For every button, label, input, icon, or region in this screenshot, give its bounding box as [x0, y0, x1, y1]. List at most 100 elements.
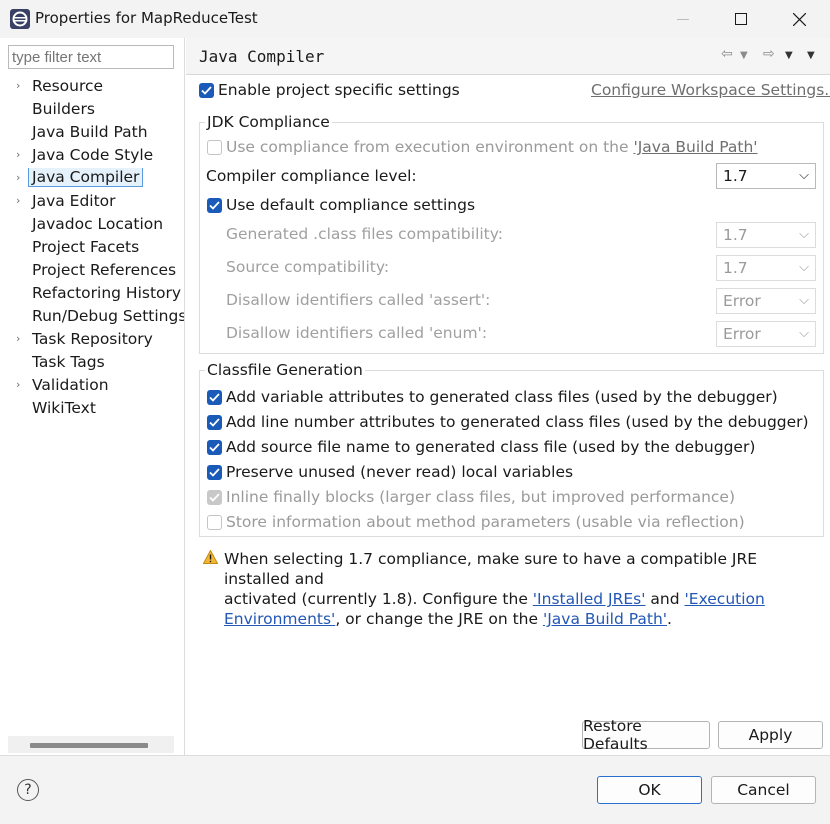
assert-select[interactable]: Error ⌵ [716, 288, 816, 314]
classfile-generation-title: Classfile Generation [205, 361, 365, 379]
tree-item[interactable]: › Java Editor [0, 191, 184, 213]
tree-item-label: Run/Debug Settings [32, 307, 184, 325]
tree-item[interactable]: WikiText [0, 398, 184, 420]
assert-label: Disallow identifiers called 'assert': [226, 291, 491, 309]
enum-label: Disallow identifiers called 'enum': [226, 324, 488, 342]
execution-environments-link[interactable]: Environments' [224, 610, 335, 628]
warning-text: activated (currently 1.8). Configure the [224, 590, 533, 608]
back-arrow-icon[interactable]: ⇦ [721, 46, 733, 62]
chevron-down-icon: ⌵ [799, 260, 809, 275]
tree-item[interactable]: Refactoring History [0, 283, 184, 305]
java-build-path-link[interactable]: 'Java Build Path' [633, 138, 757, 156]
minimize-button[interactable] [654, 0, 712, 38]
source-compat-label: Source compatibility: [226, 258, 390, 276]
checkmark-icon [209, 493, 220, 502]
enum-value: Error [723, 325, 761, 343]
ok-button[interactable]: OK [597, 776, 702, 804]
expand-chevron-icon[interactable]: › [16, 148, 20, 161]
classfile-checkbox[interactable] [207, 390, 222, 405]
classfile-option-label: Add line number attributes to generated … [226, 413, 809, 431]
expand-chevron-icon[interactable]: › [16, 79, 20, 92]
enum-select[interactable]: Error ⌵ [716, 321, 816, 347]
compliance-level-label: Compiler compliance level: [206, 167, 417, 185]
classfile-checkbox[interactable] [207, 465, 222, 480]
checkmark-icon [209, 393, 220, 402]
scrollbar-thumb[interactable] [30, 743, 148, 748]
generated-compat-select[interactable]: 1.7 ⌵ [716, 222, 816, 248]
tree-item[interactable]: Javadoc Location [0, 214, 184, 236]
warning-text: , or change the JRE on the [335, 610, 543, 628]
compliance-level-select[interactable]: 1.7 ⌵ [716, 163, 816, 189]
forward-arrow-icon[interactable]: ⇨ [763, 46, 775, 62]
tree-item[interactable]: › Task Repository [0, 329, 184, 351]
maximize-icon [735, 13, 747, 25]
configure-workspace-link[interactable]: Configure Workspace Settings... [591, 81, 830, 99]
source-compat-select[interactable]: 1.7 ⌵ [716, 255, 816, 281]
tree-item[interactable]: Builders [0, 99, 184, 121]
warning-icon [203, 550, 218, 564]
warning-text: and [645, 590, 685, 608]
classfile-option-label: Add source file name to generated class … [226, 438, 756, 456]
chevron-down-icon: ⌵ [799, 293, 809, 308]
tree-item-label: Task Tags [32, 353, 105, 371]
use-env-compliance-checkbox[interactable] [207, 140, 222, 155]
restore-defaults-button[interactable]: Restore Defaults [582, 717, 710, 753]
minimize-icon [677, 19, 689, 20]
jdk-compliance-title: JDK Compliance [205, 113, 332, 131]
generated-compat-value: 1.7 [723, 226, 748, 244]
tree-item-label: Java Code Style [32, 146, 154, 164]
tree-item-label: Project Facets [32, 238, 140, 256]
tree-item[interactable]: › Validation [0, 375, 184, 397]
classfile-option-label: Inline finally blocks (larger class file… [226, 488, 736, 506]
tree-item[interactable]: › Java Compiler [0, 168, 184, 190]
close-icon [792, 12, 806, 26]
tree-item-label: Project References [32, 261, 177, 279]
use-env-compliance-label: Use compliance from execution environmen… [226, 138, 758, 156]
tree-item[interactable]: Project Facets [0, 237, 184, 259]
tree-item[interactable]: Run/Debug Settings [0, 306, 184, 328]
warning-line-2: activated (currently 1.8). Configure the… [224, 589, 824, 609]
installed-jres-link[interactable]: 'Installed JREs' [533, 590, 646, 608]
tree-item-label: WikiText [32, 399, 96, 417]
java-build-path-link[interactable]: 'Java Build Path' [543, 610, 667, 628]
classfile-checkbox[interactable] [207, 415, 222, 430]
back-dropdown-icon[interactable]: ▼ [740, 50, 748, 61]
expand-chevron-icon[interactable]: › [16, 378, 20, 391]
classfile-checkbox[interactable] [207, 490, 222, 505]
close-window-button[interactable] [770, 0, 828, 38]
classfile-checkbox[interactable] [207, 515, 222, 530]
use-default-compliance-checkbox[interactable] [207, 198, 222, 213]
compliance-level-value: 1.7 [723, 167, 748, 185]
tree-item-label: Task Repository [32, 330, 153, 348]
warning-line-1: When selecting 1.7 compliance, make sure… [224, 550, 758, 588]
tree-item[interactable]: Java Build Path [0, 122, 184, 144]
checkmark-icon [209, 443, 220, 452]
filter-input[interactable] [8, 45, 174, 69]
execution-environments-link[interactable]: 'Execution [685, 590, 765, 608]
expand-chevron-icon[interactable]: › [16, 194, 20, 207]
forward-dropdown-icon[interactable]: ▼ [785, 50, 793, 61]
tree-item-label: Refactoring History [32, 284, 182, 302]
chevron-down-icon: ⌵ [799, 326, 809, 341]
tree-item[interactable]: Project References [0, 260, 184, 282]
tree-item[interactable]: Task Tags [0, 352, 184, 374]
source-compat-value: 1.7 [723, 259, 748, 277]
tree-item[interactable]: › Java Code Style [0, 145, 184, 167]
tree-item[interactable]: › Resource [0, 76, 184, 98]
tree-item-label: Java Build Path [32, 123, 148, 141]
expand-chevron-icon[interactable]: › [16, 332, 20, 345]
warning-line-3: Environments', or change the JRE on the … [224, 609, 824, 629]
enable-specific-checkbox[interactable] [199, 83, 214, 98]
apply-button[interactable]: Apply [718, 721, 823, 749]
help-icon[interactable]: ? [17, 779, 39, 801]
view-menu-icon[interactable]: ▼ [807, 50, 815, 61]
expand-chevron-icon[interactable]: › [16, 171, 20, 184]
cancel-button[interactable]: Cancel [711, 776, 816, 804]
maximize-button[interactable] [712, 0, 770, 38]
classfile-option-label: Add variable attributes to generated cla… [226, 388, 778, 406]
classfile-option-label: Preserve unused (never read) local varia… [226, 463, 574, 481]
checkmark-icon [209, 418, 220, 427]
classfile-checkbox[interactable] [207, 440, 222, 455]
tree-item-label: Javadoc Location [32, 215, 164, 233]
warning-text: . [667, 610, 672, 628]
